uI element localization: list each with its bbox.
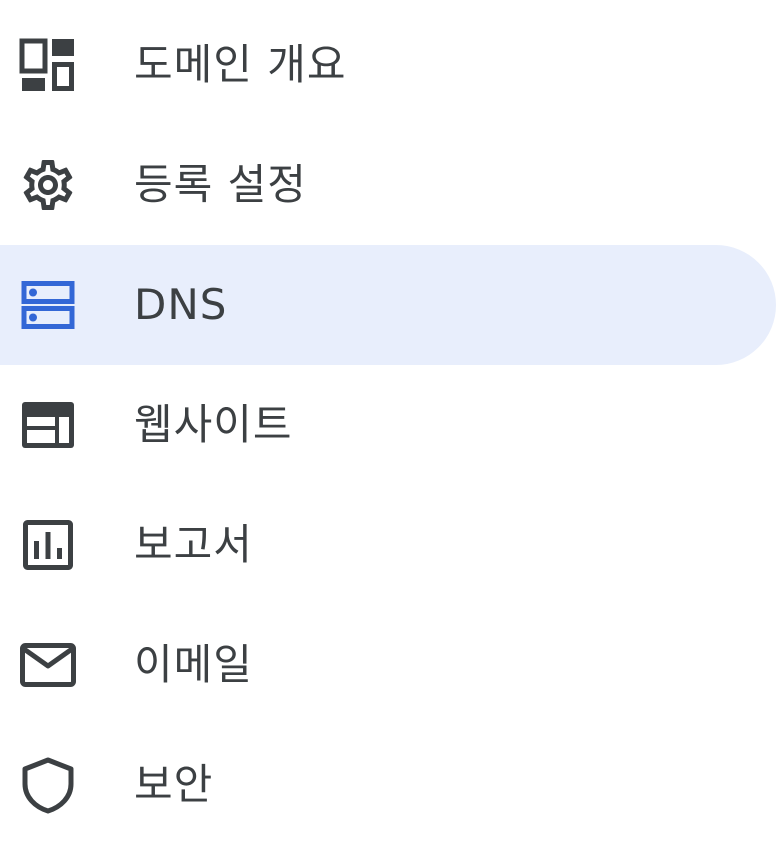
gear-icon	[18, 155, 78, 215]
sidebar-nav: 도메인 개요 등록 설정 DNS 웹사이트 보고서 이메일 보안	[0, 0, 776, 860]
shield-icon	[18, 755, 78, 815]
sidebar-item-reports[interactable]: 보고서	[0, 485, 776, 605]
sidebar-item-label: 이메일	[134, 640, 253, 689]
sidebar-item-security[interactable]: 보안	[0, 725, 776, 845]
sidebar-item-label: DNS	[134, 280, 228, 329]
bar-chart-icon	[18, 515, 78, 575]
sidebar-item-label: 도메인 개요	[134, 40, 347, 89]
sidebar-item-email[interactable]: 이메일	[0, 605, 776, 725]
sidebar-item-overview[interactable]: 도메인 개요	[0, 5, 776, 125]
dns-icon	[18, 275, 78, 335]
sidebar-item-label: 웹사이트	[134, 400, 293, 449]
sidebar-item-label: 보안	[134, 760, 214, 809]
web-layout-icon	[18, 395, 78, 455]
mail-icon	[18, 635, 78, 695]
sidebar-item-dns[interactable]: DNS	[0, 245, 776, 365]
sidebar-item-registration[interactable]: 등록 설정	[0, 125, 776, 245]
sidebar-item-label: 등록 설정	[134, 160, 307, 209]
sidebar-item-website[interactable]: 웹사이트	[0, 365, 776, 485]
dashboard-icon	[18, 35, 78, 95]
sidebar-item-label: 보고서	[134, 520, 253, 569]
